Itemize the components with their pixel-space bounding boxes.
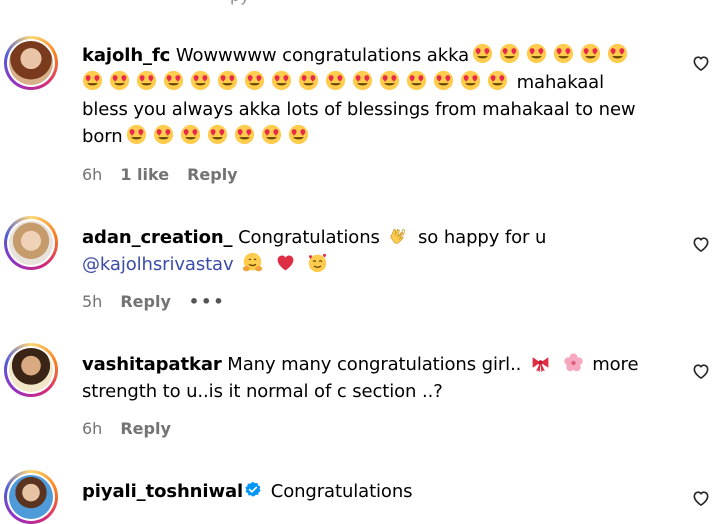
heart-eyes-emoji	[487, 70, 508, 91]
comment-meta: 6h 1 like Reply	[82, 165, 256, 184]
reply-button[interactable]: Reply	[120, 419, 171, 438]
heart-eyes-emoji	[163, 70, 184, 91]
heart-eyes-emoji	[261, 124, 282, 145]
comment-text: piyali_toshniwal Congratulations	[82, 481, 413, 502]
smiling-hearts-emoji	[309, 253, 327, 273]
reply-button[interactable]: Reply	[120, 292, 171, 311]
heart-eyes-emoji	[526, 43, 547, 64]
heart-eyes-emoji	[126, 124, 147, 145]
more-options-icon[interactable]: •••	[189, 292, 226, 311]
heart-eyes-emoji	[433, 70, 454, 91]
heart-eyes-emoji	[180, 124, 201, 145]
previous-comment-fragment: py	[230, 0, 250, 5]
heart-eyes-emoji	[288, 124, 309, 145]
username[interactable]: piyali_toshniwal	[82, 481, 243, 502]
avatar[interactable]	[4, 216, 58, 270]
heart-eyes-emoji	[325, 70, 346, 91]
username[interactable]: kajolh_fc	[82, 45, 170, 66]
heart-eyes-emoji	[153, 124, 174, 145]
heart-eyes-emoji	[136, 70, 157, 91]
heart-eyes-emoji	[217, 70, 238, 91]
heart-eyes-emoji	[109, 70, 130, 91]
red-heart-emoji	[277, 255, 294, 271]
heart-eyes-emoji	[460, 70, 481, 91]
comment-text: vashitapatkar Many many congratulations …	[82, 353, 639, 402]
ribbon-emoji	[532, 357, 549, 373]
reply-button[interactable]: Reply	[187, 165, 238, 184]
comment-meta: 5h Reply •••	[82, 292, 244, 311]
comment-text: kajolh_fc Wowwwww congratulations akka m…	[82, 43, 636, 147]
heart-eyes-emoji	[190, 70, 211, 91]
heart-eyes-emoji	[607, 43, 628, 64]
timestamp: 6h	[82, 419, 103, 438]
heart-eyes-emoji	[298, 70, 319, 91]
heart-eyes-emoji	[352, 70, 373, 91]
comment-meta: 6h Reply	[82, 419, 189, 438]
heart-eyes-emoji	[207, 124, 228, 145]
username[interactable]: vashitapatkar	[82, 354, 222, 375]
mention-link[interactable]: @kajolhsrivastav	[82, 254, 234, 275]
heart-eyes-emoji	[82, 70, 103, 91]
comment-text: adan_creation_ Congratulations so happy …	[82, 227, 547, 275]
likes-count[interactable]: 1 like	[120, 165, 169, 184]
heart-eyes-emoji	[234, 124, 255, 145]
raising-hands-emoji	[390, 228, 406, 244]
username[interactable]: adan_creation_	[82, 227, 233, 248]
heart-outline-icon[interactable]	[691, 53, 711, 73]
heart-outline-icon[interactable]	[691, 361, 711, 381]
heart-eyes-emoji	[244, 70, 265, 91]
timestamp: 6h	[82, 165, 103, 184]
heart-eyes-emoji	[271, 70, 292, 91]
heart-outline-icon[interactable]	[691, 234, 711, 254]
timestamp: 5h	[82, 292, 103, 311]
heart-eyes-emoji	[379, 70, 400, 91]
heart-eyes-emoji	[580, 43, 601, 64]
hugging-face-emoji	[243, 252, 263, 272]
heart-eyes-emoji	[499, 43, 520, 64]
cherry-blossom-emoji	[563, 353, 583, 372]
heart-eyes-emoji	[553, 43, 574, 64]
avatar[interactable]	[4, 343, 58, 397]
heart-eyes-emoji	[472, 43, 493, 64]
avatar[interactable]	[4, 470, 58, 524]
heart-outline-icon[interactable]	[691, 488, 711, 508]
verified-badge-icon	[245, 481, 261, 497]
heart-eyes-emoji	[406, 70, 427, 91]
avatar[interactable]	[4, 36, 58, 90]
